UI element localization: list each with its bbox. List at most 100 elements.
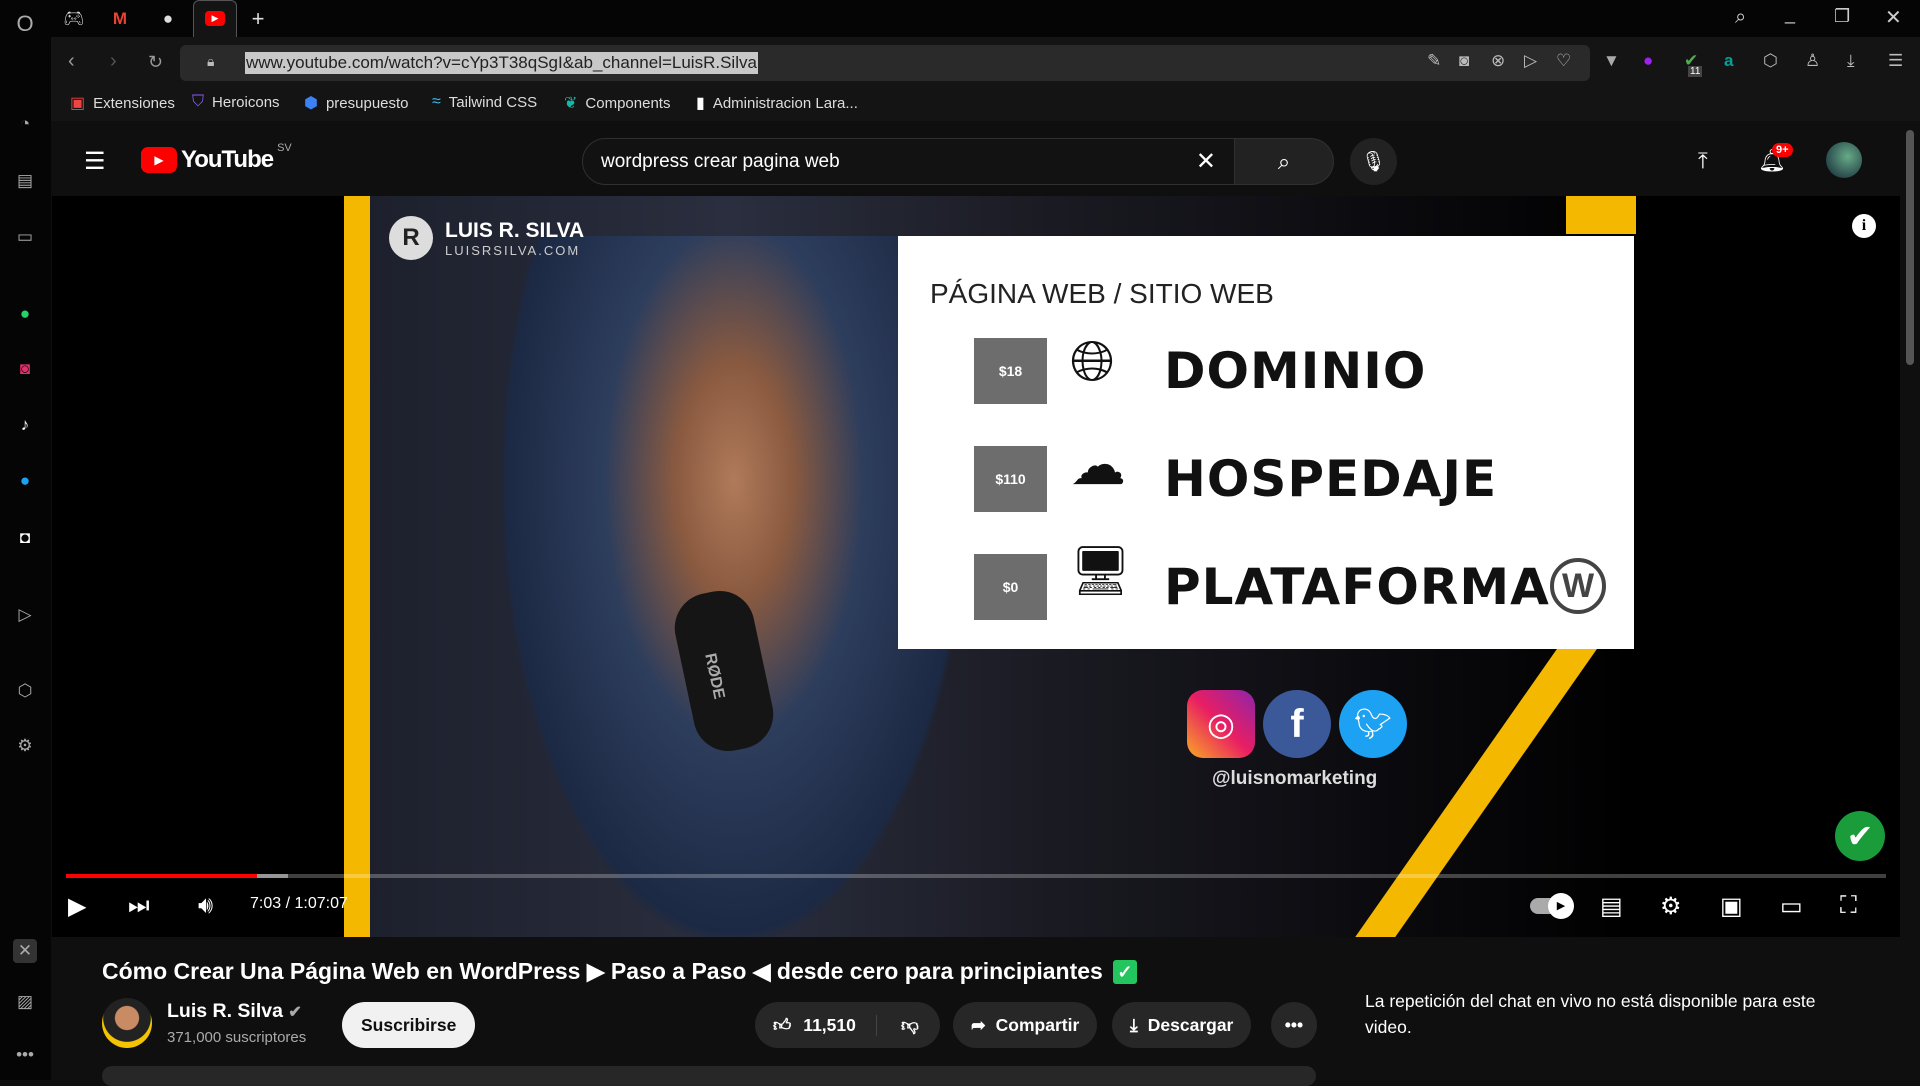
amazon-extension-icon[interactable]: a <box>1724 51 1733 71</box>
tailwind-icon: ≈ <box>432 93 441 110</box>
share-button[interactable]: ➦ Compartir <box>953 1002 1098 1048</box>
yellow-stripe <box>344 196 370 937</box>
fullscreen-button[interactable]: ⛶ <box>1840 892 1857 920</box>
new-tab-button[interactable]: + <box>245 6 271 32</box>
profile-icon[interactable]: ♙ <box>1805 51 1820 71</box>
settings-gear-button[interactable]: ⚙ <box>1660 892 1682 921</box>
upload-icon[interactable]: ⤒ <box>1698 148 1708 174</box>
easy-setup-icon[interactable]: ☰ <box>1888 51 1903 71</box>
snap-icon[interactable]: ✎ <box>1427 51 1441 71</box>
instagram-icon[interactable]: ◙ <box>13 357 37 381</box>
player-icon[interactable]: ▷ <box>13 603 37 627</box>
tools-icon[interactable]: ✕ <box>13 939 37 963</box>
bookmark-heroicons[interactable]: ⛉ Heroicons <box>192 93 280 111</box>
tab-gmail[interactable]: M <box>107 6 133 32</box>
channel-avatar[interactable] <box>102 998 152 1048</box>
reload-button[interactable]: ↻ <box>148 52 163 73</box>
restore-button[interactable]: ❐ <box>1834 6 1850 27</box>
voice-search-button[interactable]: 🎙︎ <box>1350 138 1397 185</box>
document-icon: ▮ <box>696 95 705 112</box>
theater-mode-button[interactable]: ▭ <box>1780 892 1803 921</box>
send-icon[interactable]: ▷ <box>1524 51 1537 71</box>
subtitles-button[interactable]: ▤ <box>1600 892 1623 921</box>
bookmark-administracion[interactable]: ▮ Administracion Lara... <box>696 93 858 113</box>
next-button[interactable]: ⏭︎ <box>128 892 150 920</box>
chrome-store-icon: ▣ <box>70 95 86 112</box>
notifications-bell-icon[interactable]: 🔔︎ 9+ <box>1758 143 1793 174</box>
tiktok-icon[interactable]: ♪ <box>13 413 37 437</box>
green-check-icon: ✓ <box>1112 959 1137 984</box>
url-field[interactable]: www.youtube.com/watch?v=cYp3T38qSgI&ab_c… <box>245 52 758 74</box>
extensions-cube-icon[interactable]: ⬡ <box>1763 51 1778 71</box>
info-icon[interactable]: i <box>1852 214 1876 238</box>
subscriber-count: 371,000 suscriptores <box>167 1029 307 1046</box>
opera-logo-icon[interactable]: O <box>13 11 37 36</box>
adblock-icon[interactable]: ⊗ <box>1491 51 1505 71</box>
bookmark-extensiones[interactable]: ▣ Extensiones <box>70 93 175 113</box>
opera-sidebar: O ◔ ▤ ▭ ● ◙ ♪ ● ◘ ▷ ⬡ ⚙ ✕ ▨ ••• <box>0 0 51 1080</box>
settings-icon[interactable]: ⚙ <box>13 734 37 758</box>
more-icon[interactable]: ••• <box>13 1043 37 1067</box>
shopping-bag-icon[interactable]: ▤ <box>13 169 37 193</box>
bookmark-components[interactable]: ❦ Components <box>564 93 670 113</box>
video-player[interactable]: RØDE R LUIS R. SILVA LUISRSILVA.COM PÁGIN… <box>52 196 1900 937</box>
vpn-extension-icon[interactable]: ▼ <box>1603 51 1620 71</box>
tab-bar <box>51 0 1920 37</box>
channel-watermark: R LUIS R. SILVA LUISRSILVA.COM <box>389 216 584 260</box>
download-icon: ⤓ <box>1130 1014 1138 1035</box>
purple-extension-icon[interactable]: ● <box>1643 51 1653 71</box>
player-controls: ▶ ⏭︎ 🔊︎ 7:03 / 1:07:07 ▶ ▤ ⚙ ▣ ▭ ⛶ <box>68 892 1857 921</box>
description-box[interactable] <box>102 1066 1316 1086</box>
page-scrollbar[interactable] <box>1906 130 1914 365</box>
speed-dial-icon[interactable]: ◔ <box>13 112 37 136</box>
volume-button[interactable]: 🔊︎ <box>198 892 213 920</box>
dislike-button[interactable]: 👎︎ <box>887 1015 919 1036</box>
camera-icon[interactable]: ◙ <box>1459 51 1469 71</box>
twitter-icon[interactable]: ● <box>13 469 37 493</box>
twitch-icon[interactable]: ▭ <box>13 225 37 249</box>
search-button[interactable]: ⌕ <box>1235 138 1334 185</box>
yellow-corner <box>1566 196 1636 234</box>
gamepad-icon: 🎮︎ <box>63 9 85 28</box>
bookmark-tailwind[interactable]: ≈ Tailwind CSS <box>432 93 537 111</box>
more-actions-button[interactable]: ••• <box>1271 1002 1317 1048</box>
bookmark-presupuesto[interactable]: ⬢ presupuesto <box>304 93 409 113</box>
menu-icon[interactable]: ☰ <box>84 147 106 176</box>
autoplay-toggle[interactable]: ▶ <box>1530 893 1574 919</box>
back-button[interactable]: ‹ <box>68 50 75 73</box>
forward-button[interactable]: › <box>110 50 117 73</box>
globe-icon: 🌐︎ <box>1070 329 1115 392</box>
tab-github[interactable]: ● <box>155 6 181 32</box>
extension-badge: 11 <box>1688 66 1703 77</box>
search-input[interactable]: wordpress crear pagina web ✕ <box>582 138 1235 185</box>
minimize-button[interactable]: _ <box>1785 4 1795 25</box>
whatsapp-icon[interactable]: ● <box>13 302 37 326</box>
tab-youtube-active[interactable]: ▶ <box>193 0 237 39</box>
tab-search-icon[interactable]: ⌕ <box>1735 6 1746 29</box>
more-horizontal-icon: ••• <box>1284 1014 1304 1035</box>
tab-gamepad[interactable]: 🎮︎ <box>61 6 87 32</box>
monitor-gear-icon: 🖥︎ <box>1070 545 1131 598</box>
instagram-icon: ◎ <box>1187 690 1255 758</box>
heart-icon[interactable]: ♡ <box>1556 51 1571 71</box>
channel-name[interactable]: Luis R. Silva ✔ <box>167 1000 302 1023</box>
green-extension-icon[interactable]: ✔ 11 <box>1684 51 1703 77</box>
download-button[interactable]: ⤓ Descargar <box>1112 1002 1252 1048</box>
download-icon[interactable]: ⤓ <box>1847 51 1855 71</box>
miniplayer-button[interactable]: ▣ <box>1720 892 1743 921</box>
gallery-icon[interactable]: ▨ <box>13 990 37 1014</box>
user-avatar[interactable] <box>1826 142 1862 178</box>
like-button[interactable]: 👍︎ 11,510 <box>755 1014 877 1036</box>
subscribe-button[interactable]: Suscribirse <box>342 1002 476 1048</box>
clear-search-icon[interactable]: ✕ <box>1196 147 1216 176</box>
search-icon: ⌕ <box>1277 148 1291 174</box>
youtube-logo[interactable]: ▶ YouTube SV <box>141 142 292 174</box>
close-window-button[interactable]: ✕ <box>1885 5 1902 30</box>
rocket-icon: ⬢ <box>304 95 318 112</box>
cube-icon[interactable]: ⬡ <box>13 679 37 703</box>
play-button[interactable]: ▶ <box>68 892 86 921</box>
channel-logo-icon: R <box>389 216 433 260</box>
youtube-icon: ▶ <box>205 11 225 26</box>
slide-row-hospedaje: $110 ☁︎ HOSPEDAJE <box>974 433 1496 512</box>
discord-icon[interactable]: ◘ <box>13 526 37 550</box>
